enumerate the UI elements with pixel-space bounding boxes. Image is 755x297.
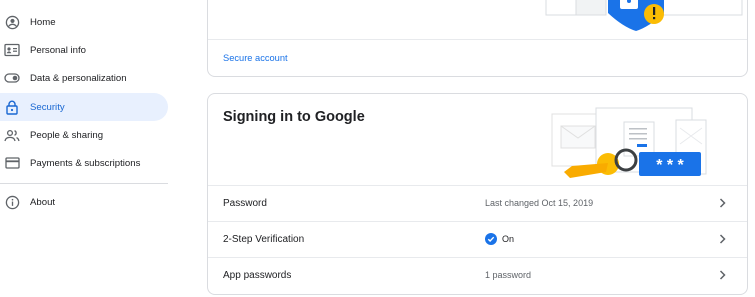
sidebar-item-label: People & sharing (30, 129, 104, 141)
row-value: Last changed Oct 15, 2019 (485, 198, 593, 208)
two-step-status: On (502, 234, 515, 244)
password-row[interactable]: Password Last changed Oct 15, 2019 (208, 185, 747, 221)
sidebar-item-people-sharing[interactable]: People & sharing (0, 121, 168, 149)
people-icon (4, 127, 20, 143)
app-passwords-count: 1 password (485, 270, 532, 280)
sidebar-item-label: Home (30, 16, 56, 28)
card-title: Signing in to Google (223, 109, 365, 125)
toggle-icon (4, 70, 20, 86)
sidebar-item-payments-subscriptions[interactable]: Payments & subscriptions (0, 149, 168, 177)
two-step-verification-row[interactable]: 2-Step Verification On (208, 221, 747, 257)
sidebar-item-personal-info[interactable]: Personal info (0, 36, 168, 64)
row-label: App passwords (223, 269, 292, 281)
sidebar-item-data-personalization[interactable]: Data & personalization (0, 64, 168, 92)
secure-account-link[interactable]: Secure account (223, 53, 288, 63)
sidebar-item-label: Security (30, 101, 65, 113)
sidebar-divider (0, 183, 168, 184)
row-value: 1 password (485, 270, 531, 280)
sidebar-item-label: Personal info (30, 44, 86, 56)
side-navigation: Home Personal info Data & personalizatio… (0, 0, 176, 297)
sidebar-item-security[interactable]: Security (0, 93, 168, 121)
chevron-right-icon (717, 270, 727, 280)
card-divider (208, 39, 747, 40)
id-card-icon (4, 42, 20, 58)
row-label: 2-Step Verification (223, 233, 305, 245)
row-value: On (485, 233, 514, 245)
sidebar-item-home[interactable]: Home (0, 8, 168, 36)
info-icon (4, 194, 20, 210)
row-label: Password (223, 197, 267, 209)
sidebar-item-label: Payments & subscriptions (30, 157, 141, 169)
chevron-right-icon (717, 198, 727, 208)
app-passwords-row[interactable]: App passwords 1 password (208, 257, 747, 293)
chevron-right-icon (717, 234, 727, 244)
sidebar-item-label: About (30, 196, 56, 208)
masked-pin-text: * * * (656, 157, 684, 174)
sidebar-item-about[interactable]: About (0, 188, 168, 216)
password-last-changed: Last changed Oct 15, 2019 (485, 198, 594, 208)
sidebar-item-label: Data & personalization (30, 72, 127, 84)
signing-in-card: Signing in to Google * * * Password Last… (207, 93, 748, 295)
check-icon (485, 233, 497, 245)
sign-in-illustration: * * * (551, 107, 707, 178)
security-shield-illustration (545, 0, 743, 31)
home-icon (4, 14, 20, 30)
lock-icon (4, 99, 20, 115)
credit-card-icon (4, 155, 20, 171)
security-issues-card: Secure account (207, 0, 748, 77)
